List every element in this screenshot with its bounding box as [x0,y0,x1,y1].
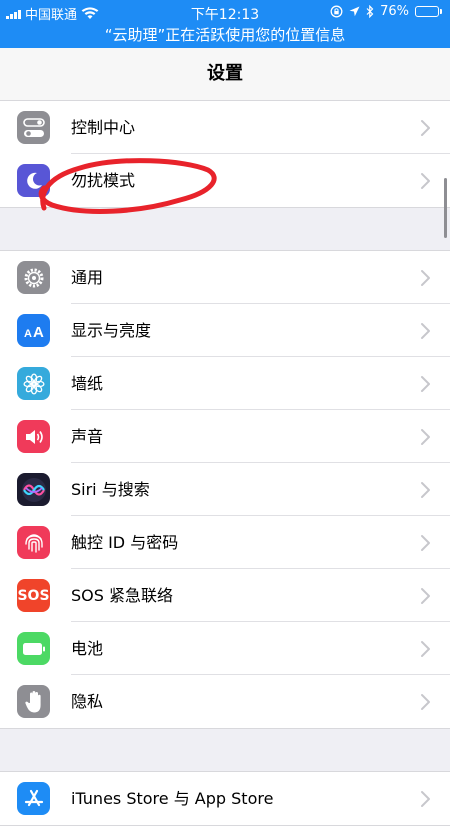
settings-row-label: 声音 [71,427,104,446]
battery-icon [415,6,442,17]
control-center-icon [17,111,50,144]
settings-row-label: 通用 [71,268,104,287]
chevron-right-icon [421,482,430,498]
chevron-right-icon [421,641,430,657]
settings-row[interactable]: A A 显示与亮度 [0,304,450,357]
text-size-icon: AA [17,314,50,347]
settings-row-label: 电池 [71,639,104,658]
chevron-right-icon [421,588,430,604]
chevron-right-icon [421,173,430,189]
chevron-right-icon [421,429,430,445]
settings-row[interactable]: 墙纸 [0,357,450,410]
settings-row[interactable]: 触控 ID 与密码 [0,516,450,569]
flower-icon [17,367,50,400]
siri-icon [17,473,50,506]
settings-row[interactable]: 控制中心 [0,101,450,154]
settings-row-label: 显示与亮度 [71,321,152,340]
app-store-icon [17,782,50,815]
settings-row-label: 隐私 [71,692,104,711]
gear-icon [17,261,50,294]
settings-row-label: 触控 ID 与密码 [71,533,179,552]
chevron-right-icon [421,120,430,136]
fingerprint-icon [17,526,50,559]
settings-group: 控制中心 勿扰模式 [0,101,450,208]
settings-row[interactable]: iTunes Store 与 App Store [0,772,450,825]
sos-icon: SOS [17,579,50,612]
settings-row-label: 勿扰模式 [71,171,136,190]
chevron-right-icon [421,791,430,807]
page-title: 设置 [0,48,450,101]
moon-icon [17,164,50,197]
settings-row-label: 控制中心 [71,118,136,137]
settings-row[interactable]: 通用 [0,251,450,304]
svg-text:A: A [33,324,44,341]
settings-group: 通用 A A 显示与亮度墙纸声音 Siri 与搜索触控 ID 与密码 SOS SOS 紧急联… [0,250,450,729]
bluetooth-icon [366,5,374,18]
settings-row[interactable]: 声音 [0,410,450,463]
settings-row-label: 墙纸 [71,374,104,393]
chevron-right-icon [421,535,430,551]
status-bar: 中国联通 下午12:13 76% [0,0,450,24]
chevron-right-icon [421,376,430,392]
settings-row[interactable]: 隐私 [0,675,450,728]
settings-row-label: Siri 与搜索 [71,480,150,499]
battery-percent: 76% [380,4,409,19]
chevron-right-icon [421,694,430,710]
settings-list: 控制中心勿扰模式通用 A A 显示与亮度墙纸声音 Siri 与搜索触控 ID 与密码 SO… [0,101,450,826]
chevron-right-icon [421,270,430,286]
hand-icon [17,685,50,718]
settings-row[interactable]: 勿扰模式 [0,154,450,207]
location-arrow-icon [349,6,360,17]
settings-group: iTunes Store 与 App Store [0,771,450,826]
scrollbar[interactable] [444,178,447,238]
orientation-lock-icon [330,5,343,18]
settings-row[interactable]: SOS SOS 紧急联络 [0,569,450,622]
settings-row-label: iTunes Store 与 App Store [71,789,274,808]
chevron-right-icon [421,323,430,339]
location-in-use-banner[interactable]: “云助理”正在活跃使用您的位置信息 [0,24,450,48]
settings-row-label: SOS 紧急联络 [71,586,173,605]
status-right: 76% [330,4,442,19]
svg-text:A: A [24,328,32,340]
speaker-icon [17,420,50,453]
settings-row[interactable]: 电池 [0,622,450,675]
settings-row[interactable]: Siri 与搜索 [0,463,450,516]
battery-green-icon [17,632,50,665]
